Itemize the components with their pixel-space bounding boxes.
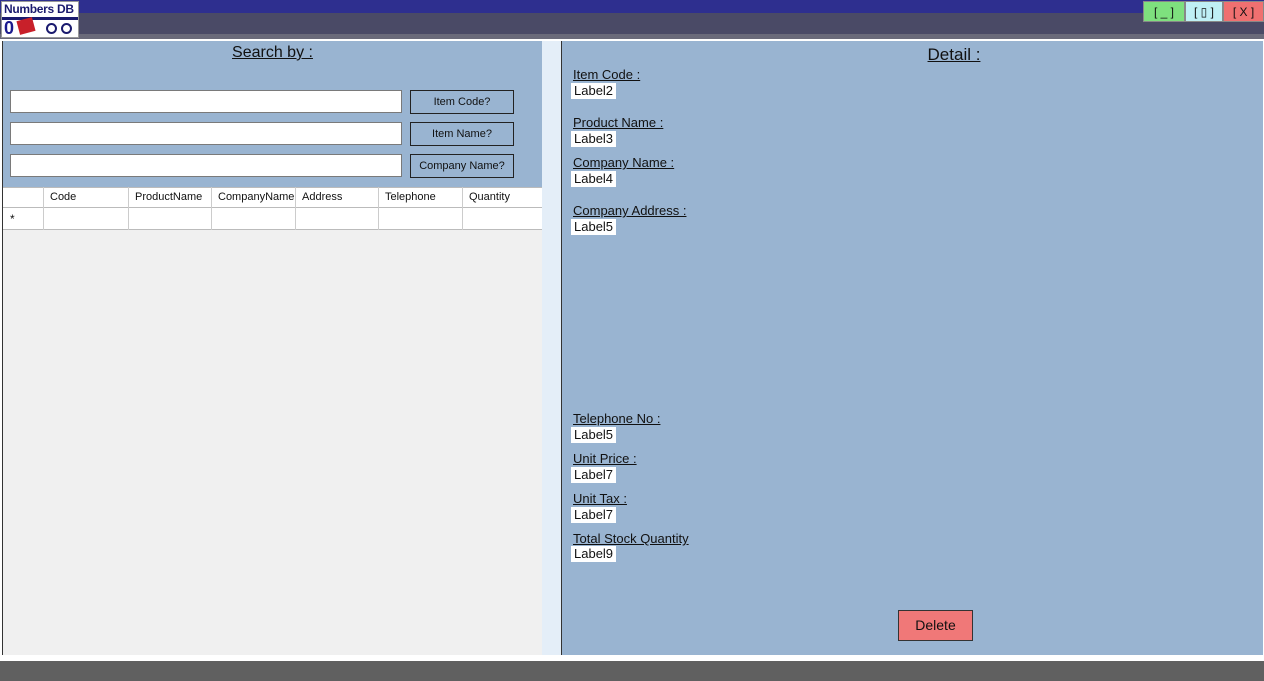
app-logo: Numbers DB 0 [1,1,79,38]
grid-cell[interactable] [462,208,542,230]
grid-cell[interactable] [378,208,462,230]
column-header-address[interactable]: Address [295,187,378,208]
total-stock-value: Label9 [571,546,617,562]
logo-zero: 0 [4,18,15,38]
product-name-value: Label3 [571,131,617,147]
column-header-product-name[interactable]: ProductName [128,187,211,208]
company-address-label: Company Address : [573,203,687,218]
status-bar [0,661,1264,681]
unit-price-label: Unit Price : [573,451,637,466]
item-code-label: Item Code : [573,67,641,82]
column-header-telephone[interactable]: Telephone [378,187,462,208]
column-header-company-name[interactable]: CompanyName [211,187,295,208]
grid-cell[interactable] [43,208,128,230]
close-button[interactable]: [ X ] [1223,1,1264,22]
maximize-button[interactable]: [ ▯ ] [1185,1,1223,22]
new-row-marker: * [10,212,15,226]
company-name-search-input[interactable] [10,154,402,177]
grid-cell[interactable] [211,208,295,230]
logo-circle-icon [46,23,57,34]
detail-title: Detail : [927,45,981,64]
title-bar-lower [0,13,1264,34]
item-code-search-input[interactable] [10,90,402,113]
search-title: Search by : [232,44,313,61]
company-name-label: Company Name : [573,155,675,170]
unit-tax-label: Unit Tax : [573,491,627,506]
grid-cell[interactable] [295,208,378,230]
telephone-label: Telephone No : [573,411,661,426]
product-name-label: Product Name : [573,115,664,130]
column-header-quantity[interactable]: Quantity [462,187,542,208]
item-code-value: Label2 [571,83,617,99]
unit-tax-value: Label7 [571,507,617,523]
panel-splitter[interactable] [542,41,561,655]
search-company-name-button[interactable]: Company Name? [410,154,514,178]
column-header-code[interactable]: Code [43,187,128,208]
telephone-value: Label5 [571,427,617,443]
company-name-value: Label4 [571,171,617,187]
delete-button[interactable]: Delete [898,610,973,641]
title-bar-strip [0,34,1264,39]
search-item-code-button[interactable]: Item Code? [410,90,514,114]
detail-panel [561,41,1263,655]
logo-circle-icon [61,23,72,34]
grid-cell[interactable] [128,208,211,230]
search-item-name-button[interactable]: Item Name? [410,122,514,146]
title-bar [0,0,1264,13]
item-name-search-input[interactable] [10,122,402,145]
logo-cube-icon [16,17,36,35]
company-address-value: Label5 [571,219,617,235]
unit-price-value: Label7 [571,467,617,483]
logo-text: Numbers DB [4,2,74,16]
minimize-button[interactable]: [ _ ] [1143,1,1185,22]
total-stock-label: Total Stock Quantity [573,531,689,546]
